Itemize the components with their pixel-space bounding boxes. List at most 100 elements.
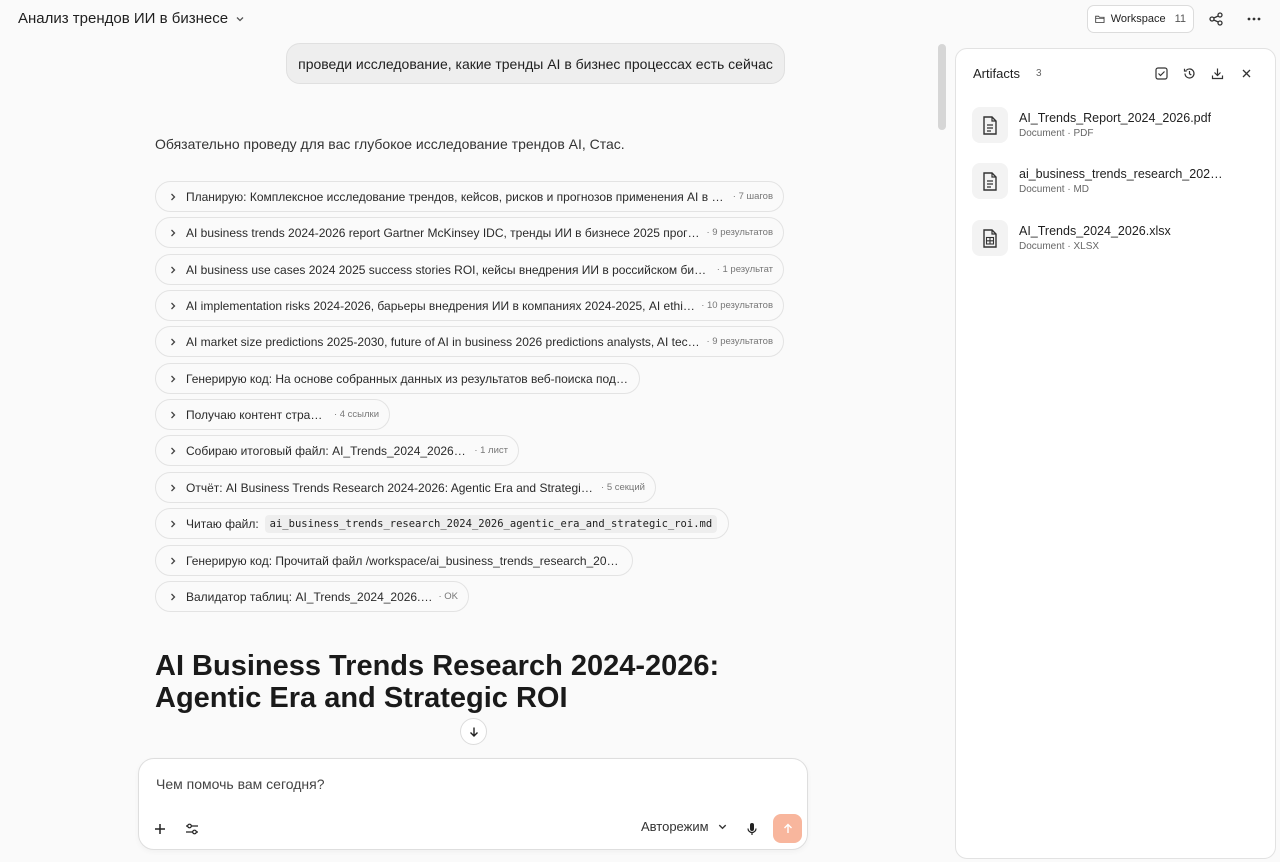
workspace-label: Workspace <box>1110 13 1166 25</box>
select-artifacts-button[interactable] <box>1153 65 1169 81</box>
step-label: Генерирую код: На основе собранных данны… <box>186 371 629 386</box>
step-item-codegen[interactable]: Генерирую код: Прочитай файл /workspace/… <box>155 545 633 576</box>
voice-input-button[interactable] <box>742 819 762 839</box>
step-item-search[interactable]: AI market size predictions 2025-2030, fu… <box>155 326 784 357</box>
step-meta: · 1 лист <box>474 445 508 456</box>
more-options-button[interactable] <box>1244 9 1264 29</box>
step-item-fetch[interactable]: Получаю контент страниц · 4 ссылки <box>155 399 390 430</box>
message-input[interactable] <box>156 776 776 792</box>
step-item-validator[interactable]: Валидатор таблиц: AI_Trends_2024_2026.xl… <box>155 581 469 612</box>
chat-title-dropdown[interactable]: Анализ трендов ИИ в бизнесе <box>18 10 246 27</box>
document-icon <box>983 115 997 135</box>
file-name: AI_Trends_2024_2026.xlsx <box>1019 224 1171 238</box>
file-type: Document · MD <box>1019 184 1090 195</box>
share-button[interactable] <box>1206 9 1226 29</box>
message-composer: Авторежим <box>138 758 808 850</box>
workspace-button[interactable]: Workspace 11 <box>1087 5 1194 33</box>
artifacts-title: Artifacts <box>973 66 1020 81</box>
step-meta: · 10 результатов <box>701 300 773 311</box>
step-item-build-file[interactable]: Собираю итоговый файл: AI_Trends_2024_20… <box>155 435 519 466</box>
artifact-file-item[interactable]: AI_Trends_Report_2024_2026.pdf Document … <box>972 104 1262 146</box>
chevron-down-icon <box>718 824 726 830</box>
close-icon <box>1242 69 1250 77</box>
plus-icon <box>155 824 165 834</box>
chevron-right-icon <box>171 557 176 564</box>
step-item-read-file[interactable]: Читаю файл: ai_business_trends_research_… <box>155 508 729 539</box>
step-label: Генерирую код: Прочитай файл /workspace/… <box>186 553 622 568</box>
step-item-planning[interactable]: Планирую: Комплексное исследование тренд… <box>155 181 784 212</box>
more-horizontal-icon <box>1247 17 1261 21</box>
arrow-up-icon <box>783 823 792 833</box>
history-icon <box>1183 67 1195 79</box>
step-item-search[interactable]: AI business use cases 2024 2025 success … <box>155 254 784 285</box>
send-button[interactable] <box>773 814 802 843</box>
download-icon <box>1211 68 1223 79</box>
file-name: AI_Trends_Report_2024_2026.pdf <box>1019 111 1212 125</box>
step-meta: · 4 ссылки <box>333 409 379 420</box>
step-label: AI business trends 2024-2026 report Gart… <box>186 225 701 240</box>
step-meta: · 5 секций <box>601 482 645 493</box>
file-name: ai_business_trends_research_2024_2026_ag… <box>1019 167 1229 181</box>
chevron-right-icon <box>171 593 176 600</box>
step-label: Получаю контент страниц <box>186 407 328 422</box>
artifacts-count: 3 <box>1036 68 1042 79</box>
chevron-right-icon <box>171 266 176 273</box>
chevron-right-icon <box>171 447 176 454</box>
document-icon-container <box>972 163 1008 199</box>
arrow-down-icon <box>469 727 478 737</box>
document-icon <box>983 171 997 191</box>
top-bar: Анализ трендов ИИ в бизнесе Workspace 11 <box>0 0 1280 40</box>
step-label: Валидатор таблиц: AI_Trends_2024_2026.xl… <box>186 589 433 604</box>
download-all-button[interactable] <box>1209 65 1225 81</box>
step-item-report[interactable]: Отчёт: AI Business Trends Research 2024-… <box>155 472 656 503</box>
step-meta: · 1 результат <box>716 264 773 275</box>
step-label: AI implementation risks 2024-2026, барье… <box>186 298 696 313</box>
assistant-intro-text: Обязательно проведу для вас глубокое исс… <box>155 136 625 152</box>
document-title: AI Business Trends Research 2024-2026: A… <box>155 650 720 714</box>
add-attachment-button[interactable] <box>150 819 170 839</box>
microphone-icon <box>747 823 757 835</box>
file-type: Document · PDF <box>1019 128 1094 139</box>
step-label: Планирую: Комплексное исследование тренд… <box>186 189 727 204</box>
step-item-codegen[interactable]: Генерирую код: На основе собранных данны… <box>155 363 640 394</box>
step-label: Собираю итоговый файл: AI_Trends_2024_20… <box>186 443 469 458</box>
step-meta: · 9 результатов <box>706 227 773 238</box>
history-button[interactable] <box>1181 65 1197 81</box>
chevron-right-icon <box>171 411 176 418</box>
file-info: AI_Trends_Report_2024_2026.pdf Document … <box>1019 111 1211 139</box>
chat-title: Анализ трендов ИИ в бизнесе <box>18 10 229 27</box>
step-item-search[interactable]: AI business trends 2024-2026 report Gart… <box>155 217 784 248</box>
spreadsheet-icon <box>983 228 997 248</box>
user-message-text: проведи исследование, какие тренды AI в … <box>298 55 773 72</box>
file-type: Document · XLSX <box>1019 241 1100 252</box>
chevron-right-icon <box>171 520 176 527</box>
chevron-right-icon <box>171 193 176 200</box>
file-path-code: ai_business_trends_research_2024_2026_ag… <box>264 514 718 533</box>
chevron-right-icon <box>171 338 176 345</box>
step-meta: · 7 шагов <box>732 191 773 202</box>
chevron-right-icon <box>171 484 176 491</box>
share-icon <box>1209 12 1223 26</box>
step-label: Отчёт: AI Business Trends Research 2024-… <box>186 480 596 495</box>
chevron-right-icon <box>171 229 176 236</box>
mode-dropdown[interactable]: Авторежим <box>641 819 728 834</box>
file-info: AI_Trends_2024_2026.xlsx Document · XLSX <box>1019 224 1171 252</box>
chat-scrollbar[interactable] <box>938 44 946 130</box>
step-label: Читаю файл: <box>186 516 259 531</box>
step-item-search[interactable]: AI implementation risks 2024-2026, барье… <box>155 290 784 321</box>
close-panel-button[interactable] <box>1238 65 1254 81</box>
scroll-to-bottom-button[interactable] <box>460 718 487 745</box>
artifacts-panel: Artifacts 3 AI_Trends_Report_2024_2026.p… <box>955 48 1276 859</box>
step-meta: · 9 результатов <box>706 336 773 347</box>
artifact-file-item[interactable]: ai_business_trends_research_2024_2026_ag… <box>972 160 1262 202</box>
step-label: AI business use cases 2024 2025 success … <box>186 262 711 277</box>
artifact-file-item[interactable]: AI_Trends_2024_2026.xlsx Document · XLSX <box>972 217 1262 259</box>
user-message: проведи исследование, какие тренды AI в … <box>286 43 785 84</box>
step-label: AI market size predictions 2025-2030, fu… <box>186 334 701 349</box>
checkbox-icon <box>1154 66 1168 80</box>
chevron-down-icon <box>236 16 244 21</box>
sliders-icon <box>186 823 198 835</box>
workspace-count: 11 <box>1174 13 1186 25</box>
mode-label: Авторежим <box>641 819 709 834</box>
tools-button[interactable] <box>182 819 202 839</box>
